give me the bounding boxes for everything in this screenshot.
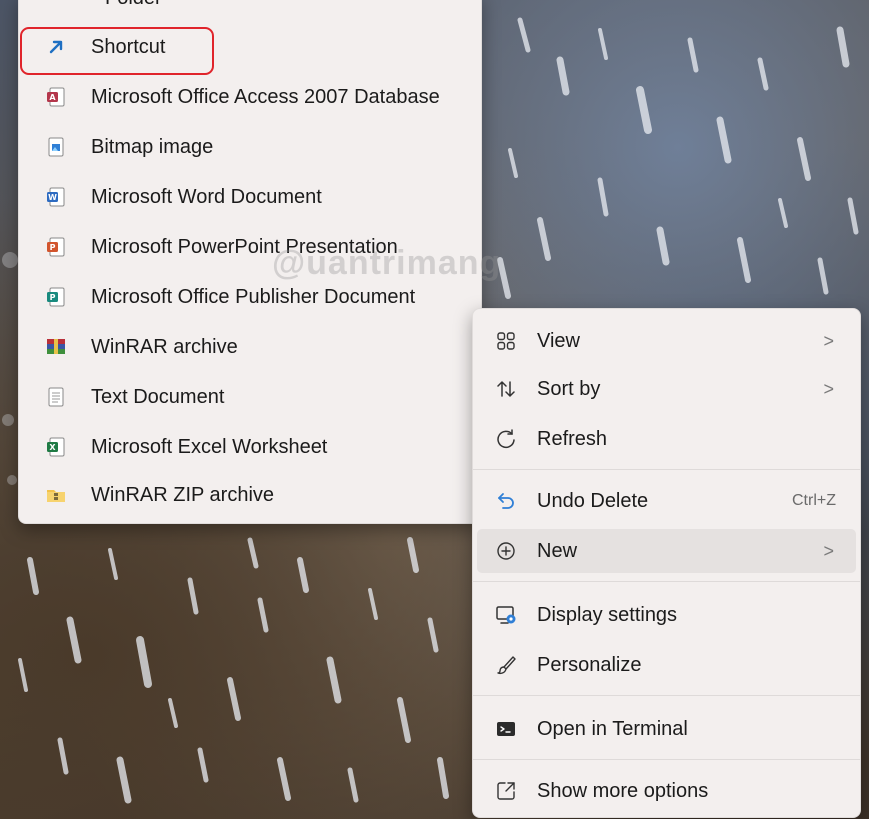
svg-text:P: P [50,243,56,252]
submenu-item-winrar-zip-archive[interactable]: WinRAR ZIP archive [23,473,477,517]
desktop-context-menu: View > Sort by > Refresh Undo Delete Ctr… [472,308,861,818]
display-settings-icon [495,604,517,626]
submenu-item-label: Microsoft Office Access 2007 Database [91,85,440,108]
menu-item-label: View [537,329,580,352]
submenu-item-label: WinRAR ZIP archive [91,483,275,506]
menu-separator [473,759,860,760]
menu-separator [473,581,860,582]
shortcut-hint: Ctrl+Z [792,492,836,509]
show-more-icon [495,780,517,802]
sort-arrows-icon [495,378,517,400]
grid-view-icon [495,330,517,352]
submenu-item-bitmap-image[interactable]: Bitmap image [23,125,477,169]
menu-item-label: Personalize [537,653,642,676]
publisher-file-icon: P [45,286,67,308]
menu-item-display-settings[interactable]: Display settings [477,593,856,637]
submenu-item-label: Microsoft Office Publisher Document [91,285,416,308]
terminal-icon [495,718,517,740]
desktop-wallpaper[interactable]: Folder Shortcut A Microsoft Office Acces… [0,0,869,819]
submenu-item-label: Microsoft Word Document [91,185,322,208]
winrar-file-icon [45,336,67,358]
menu-separator [473,695,860,696]
menu-item-refresh[interactable]: Refresh [477,417,856,461]
menu-item-label: Show more options [537,779,709,802]
brush-icon [495,654,517,676]
chevron-right-icon: > [823,378,834,399]
menu-item-label: New [537,539,578,562]
access-file-icon: A [45,86,67,108]
svg-text:X: X [49,443,56,452]
submenu-item-folder-partial[interactable]: Folder [105,0,162,10]
submenu-item-winrar-archive[interactable]: WinRAR archive [23,325,477,369]
menu-item-label: Sort by [537,377,601,400]
menu-item-open-in-terminal[interactable]: Open in Terminal [477,707,856,751]
bitmap-file-icon [45,136,67,158]
menu-item-label: Undo Delete [537,489,649,512]
zip-file-icon [45,484,67,506]
powerpoint-file-icon: P [45,236,67,258]
text-file-icon [45,386,67,408]
submenu-item-label: WinRAR archive [91,335,238,358]
submenu-item-label: Microsoft Excel Worksheet [91,435,328,458]
menu-item-new[interactable]: New > [477,529,856,573]
menu-item-personalize[interactable]: Personalize [477,643,856,687]
refresh-icon [495,428,517,450]
submenu-item-excel-worksheet[interactable]: X Microsoft Excel Worksheet [23,425,477,469]
menu-item-label: Open in Terminal [537,717,688,740]
svg-text:P: P [50,293,56,302]
svg-text:A: A [49,93,56,102]
excel-file-icon: X [45,436,67,458]
shortcut-highlight-annotation [20,27,214,75]
submenu-item-word-document[interactable]: W Microsoft Word Document [23,175,477,219]
submenu-item-label: Text Document [91,385,225,408]
submenu-item-label: Bitmap image [91,135,214,158]
undo-icon [495,490,517,512]
menu-item-undo-delete[interactable]: Undo Delete Ctrl+Z [477,479,856,523]
menu-item-label: Refresh [537,427,608,450]
menu-separator [473,469,860,470]
svg-text:W: W [48,193,57,202]
menu-item-label: Display settings [537,603,678,626]
word-file-icon: W [45,186,67,208]
watermark-text: @uantrimang [272,244,502,282]
chevron-right-icon: > [823,330,834,351]
submenu-item-access-database[interactable]: A Microsoft Office Access 2007 Database [23,75,477,119]
submenu-item-text-document[interactable]: Text Document [23,375,477,419]
menu-item-view[interactable]: View > [477,319,856,363]
menu-item-show-more-options[interactable]: Show more options [477,769,856,813]
chevron-right-icon: > [823,540,834,561]
menu-item-sort-by[interactable]: Sort by > [477,367,856,411]
plus-circle-icon [495,540,517,562]
